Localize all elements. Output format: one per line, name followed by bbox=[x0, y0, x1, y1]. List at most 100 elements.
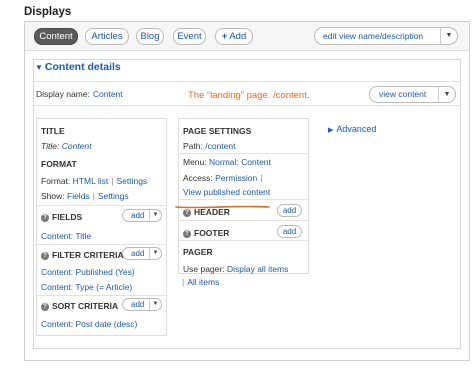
divider bbox=[179, 199, 308, 200]
middle-column: PAGE SETTINGS Path: /content Menu: Norma… bbox=[178, 118, 309, 274]
add-display-button[interactable]: + Add bbox=[215, 28, 253, 45]
fields-item: Content: Title bbox=[41, 231, 91, 241]
access-label: Access: bbox=[183, 173, 213, 183]
view-content-button[interactable]: view content ▼ bbox=[369, 86, 456, 103]
footer-heading-row: ? FOOTER bbox=[183, 228, 229, 238]
divider bbox=[37, 244, 166, 245]
content-details-section: ▼ Content details Display name: Content Th… bbox=[33, 59, 461, 349]
left-column: TITLE Title: Content FORMAT Format: HTML… bbox=[36, 118, 167, 336]
view-published-link[interactable]: View published content bbox=[183, 187, 270, 197]
sort-heading-row: ? SORT CRITERIA bbox=[41, 301, 118, 311]
triangle-down-icon: ▼ bbox=[35, 63, 43, 72]
sort-item: Content: Post date (desc) bbox=[41, 319, 137, 329]
separator: | bbox=[111, 176, 114, 186]
help-icon[interactable]: ? bbox=[41, 252, 49, 260]
pager-value-link[interactable]: Display all items bbox=[227, 264, 288, 274]
divider bbox=[37, 295, 166, 296]
header-add-button[interactable]: add bbox=[277, 204, 302, 217]
path-link[interactable]: /content bbox=[205, 141, 235, 151]
help-icon[interactable]: ? bbox=[41, 214, 49, 222]
format-row: Format: HTML list | Settings bbox=[41, 176, 147, 186]
chevron-down-icon[interactable]: ▼ bbox=[438, 87, 455, 102]
help-icon[interactable]: ? bbox=[183, 230, 191, 238]
filter-add-button[interactable]: add ▼ bbox=[122, 247, 162, 260]
advanced-label: Advanced bbox=[336, 124, 377, 134]
separator: | bbox=[92, 191, 95, 201]
title-value-link[interactable]: Content bbox=[62, 141, 92, 151]
page-settings-heading: PAGE SETTINGS bbox=[183, 126, 252, 136]
content-details-title: Content details bbox=[44, 61, 121, 73]
tab-blog[interactable]: Blog bbox=[136, 28, 164, 45]
menu-row: Menu: Normal: Content bbox=[183, 157, 271, 167]
format-label: Format: bbox=[41, 176, 71, 186]
filter-published-link[interactable]: Content: Published (Yes) bbox=[41, 267, 135, 277]
title-label: Title: bbox=[41, 141, 60, 151]
show-row: Show: Fields | Settings bbox=[41, 191, 129, 201]
help-icon[interactable]: ? bbox=[183, 209, 191, 217]
title-heading: TITLE bbox=[41, 126, 65, 136]
show-settings-link[interactable]: Settings bbox=[98, 191, 129, 201]
filter-add-label: add bbox=[131, 249, 145, 258]
tab-event[interactable]: Event bbox=[173, 28, 206, 45]
fields-heading-row: ? FIELDS bbox=[41, 212, 82, 222]
chevron-down-icon[interactable]: ▼ bbox=[149, 248, 161, 259]
tab-articles[interactable]: Articles bbox=[85, 28, 129, 45]
divider bbox=[179, 153, 308, 154]
filter-item: Content: Type (= Article) bbox=[41, 282, 132, 292]
help-icon[interactable]: ? bbox=[41, 303, 49, 311]
content-details-toggle[interactable]: ▼ Content details bbox=[35, 61, 121, 73]
display-name-label: Display name: bbox=[36, 89, 90, 99]
access-permission-row: View published content bbox=[183, 187, 270, 197]
tab-content[interactable]: Content bbox=[34, 28, 78, 45]
pager-label: Use pager: bbox=[183, 264, 225, 274]
divider bbox=[179, 220, 308, 221]
page-title: Displays bbox=[24, 6, 72, 18]
pager-row: Use pager: Display all items bbox=[183, 264, 288, 274]
plus-icon: + bbox=[221, 31, 228, 42]
menu-link[interactable]: Normal: Content bbox=[209, 157, 271, 167]
edit-view-label: edit view name/description bbox=[323, 31, 424, 41]
field-title-link[interactable]: Content: Title bbox=[41, 231, 91, 241]
path-underline-annotation bbox=[175, 205, 270, 209]
footer-heading: FOOTER bbox=[194, 228, 230, 238]
display-name-row: Display name: Content The “landing” page.… bbox=[34, 81, 460, 106]
show-label: Show: bbox=[41, 191, 65, 201]
view-content-label: view content bbox=[379, 89, 427, 99]
display-name-link[interactable]: Content bbox=[93, 89, 123, 99]
menu-label: Menu: bbox=[183, 157, 207, 167]
pager-options-row: | All items bbox=[182, 277, 219, 287]
format-settings-link[interactable]: Settings bbox=[116, 176, 147, 186]
sort-add-button[interactable]: add ▼ bbox=[122, 298, 162, 311]
chevron-down-icon[interactable]: ▼ bbox=[440, 28, 457, 44]
display-name-field: Display name: Content bbox=[36, 89, 123, 99]
sort-heading: SORT CRITERIA bbox=[52, 301, 119, 311]
right-column: ▶ Advanced bbox=[320, 118, 451, 274]
fields-add-label: add bbox=[131, 211, 145, 220]
advanced-toggle[interactable]: ▶ Advanced bbox=[328, 124, 376, 134]
footer-add-button[interactable]: add bbox=[277, 225, 302, 238]
landing-annotation: The “landing” page. /content. bbox=[188, 90, 310, 101]
fields-heading: FIELDS bbox=[52, 212, 83, 222]
all-items-link[interactable]: All items bbox=[187, 277, 219, 287]
filter-heading: FILTER CRITERIA bbox=[52, 250, 124, 260]
show-value-link[interactable]: Fields bbox=[67, 191, 90, 201]
separator: | bbox=[260, 173, 263, 183]
separator: | bbox=[182, 277, 185, 287]
access-link[interactable]: Permission bbox=[215, 173, 257, 183]
add-display-label: Add bbox=[229, 31, 247, 42]
fields-add-button[interactable]: add ▼ bbox=[122, 209, 162, 222]
filter-type-link[interactable]: Content: Type (= Article) bbox=[41, 282, 132, 292]
access-row: Access: Permission | bbox=[183, 173, 265, 183]
format-value-link[interactable]: HTML list bbox=[73, 176, 109, 186]
sort-post-date-link[interactable]: Content: Post date (desc) bbox=[41, 319, 137, 329]
divider bbox=[37, 205, 166, 206]
sort-add-label: add bbox=[131, 300, 145, 309]
pager-heading: PAGER bbox=[183, 247, 213, 257]
chevron-down-icon[interactable]: ▼ bbox=[149, 299, 161, 310]
chevron-down-icon[interactable]: ▼ bbox=[149, 210, 161, 221]
path-row: Path: /content bbox=[183, 141, 235, 151]
displays-panel: Content Articles Blog Event + Add edit vi… bbox=[24, 21, 470, 361]
title-row: Title: Content bbox=[41, 141, 92, 151]
format-heading: FORMAT bbox=[41, 159, 77, 169]
edit-view-name-button[interactable]: edit view name/description ▼ bbox=[314, 27, 458, 45]
